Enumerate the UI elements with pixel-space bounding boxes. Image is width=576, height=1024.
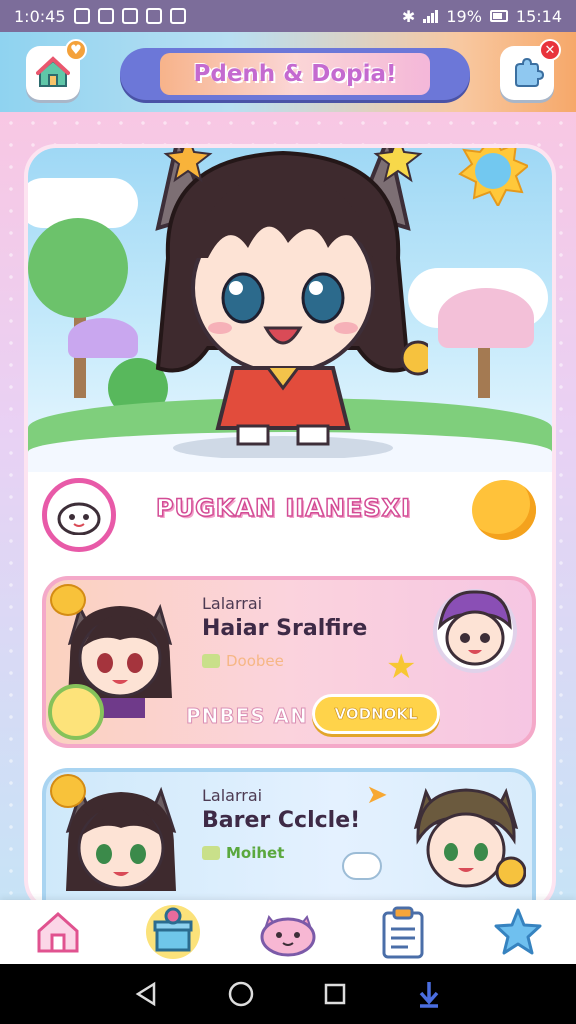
heart-icon [202, 846, 220, 860]
purple-character-avatar [433, 589, 517, 673]
close-badge-icon[interactable]: ✕ [539, 39, 561, 61]
smiley-mascot-icon [472, 480, 536, 540]
badge-avatar-icon [48, 684, 104, 740]
section-avatar[interactable] [42, 478, 116, 552]
hero-character[interactable] [138, 148, 428, 458]
card-meta-text: Moihet [226, 844, 285, 862]
card-meta-text: Doobee [226, 652, 284, 670]
shield-icon [169, 8, 186, 24]
card-footer-label: PNBES AN [186, 704, 308, 729]
hero-scene [28, 148, 552, 472]
tab-pet[interactable] [256, 904, 320, 960]
list-card[interactable]: Lalarrai Haiar Sralfire Doobee PNBES AN … [42, 576, 536, 748]
list-card[interactable]: Lalarrai Barer Cclcle! Moihet ➤ [42, 768, 536, 908]
tab-home[interactable] [26, 904, 90, 960]
notification-icon [97, 8, 114, 24]
main-card: PUGKAN IIANESXI Lalarrai Haiar Sralfire … [28, 148, 552, 908]
card-title: Haiar Sralfire [202, 616, 368, 641]
status-bar: 1:0:45 ✱ 19% 15:14 [0, 0, 576, 32]
title-banner: Pdenh & Dopia! [120, 48, 470, 100]
puzzle-button[interactable]: ✕ [500, 39, 561, 100]
pet-icon [260, 914, 316, 957]
bottom-tab-bar [0, 900, 576, 964]
puzzle-icon [515, 57, 544, 87]
tab-favorites[interactable] [486, 904, 550, 960]
chat-bubble-icon [342, 852, 382, 880]
tab-gift[interactable] [141, 904, 205, 960]
tab-clipboard[interactable] [371, 904, 435, 960]
app-header: ♥ Pdenh & Dopia! ✕ [0, 32, 576, 112]
card-action-button[interactable]: VODNOKL [312, 694, 440, 734]
home-icon [37, 911, 79, 953]
image-icon [145, 8, 162, 24]
home-circle-icon [228, 981, 254, 1007]
arrow-down-icon [419, 982, 439, 1008]
star-icon [494, 908, 542, 955]
battery-percent: 19% [446, 6, 482, 26]
back-triangle-icon [135, 981, 156, 1007]
card-kicker: Lalarrai [202, 786, 263, 805]
section-header: PUGKAN IIANESXI [28, 478, 552, 558]
home-nav-button[interactable] [226, 979, 256, 1009]
section-title: PUGKAN IIANESXI [155, 493, 412, 523]
status-clock: 15:14 [515, 6, 562, 26]
heart-badge-icon: ♥ [65, 39, 87, 61]
card-kicker: Lalarrai [202, 594, 263, 613]
umbrella-decoration [438, 288, 534, 348]
gold-coin-icon [50, 584, 86, 616]
back-button[interactable] [132, 979, 162, 1009]
spark-icon: ➤ [366, 780, 388, 810]
bunny-icon [57, 502, 101, 535]
clipboard-icon [382, 906, 424, 959]
card-meta: Moihet [202, 844, 284, 862]
notification-icon [121, 8, 138, 24]
system-nav-bar [0, 964, 576, 1024]
tree-decoration [28, 218, 128, 318]
heart-icon [202, 654, 220, 668]
notification-icon [73, 8, 90, 24]
bluetooth-icon: ✱ [401, 6, 416, 26]
recents-button[interactable] [320, 979, 350, 1009]
gift-icon [145, 905, 200, 959]
smiley-coin-icon [50, 774, 86, 808]
battery-icon [489, 10, 508, 22]
app-title: Pdenh & Dopia! [160, 53, 430, 95]
mushroom-decoration [68, 318, 138, 358]
card-meta: Doobee [202, 652, 284, 670]
card-title: Barer Cclcle! [202, 808, 361, 833]
download-button[interactable] [414, 979, 444, 1009]
boy-character-avatar [413, 787, 526, 888]
recents-square-icon [324, 983, 346, 1005]
signal-icon [423, 9, 439, 23]
sun-decoration [458, 148, 528, 206]
star-icon: ★ [386, 647, 417, 687]
home-button[interactable]: ♥ [26, 39, 87, 100]
house-icon [36, 56, 70, 87]
status-time: 1:0:45 [14, 6, 66, 26]
